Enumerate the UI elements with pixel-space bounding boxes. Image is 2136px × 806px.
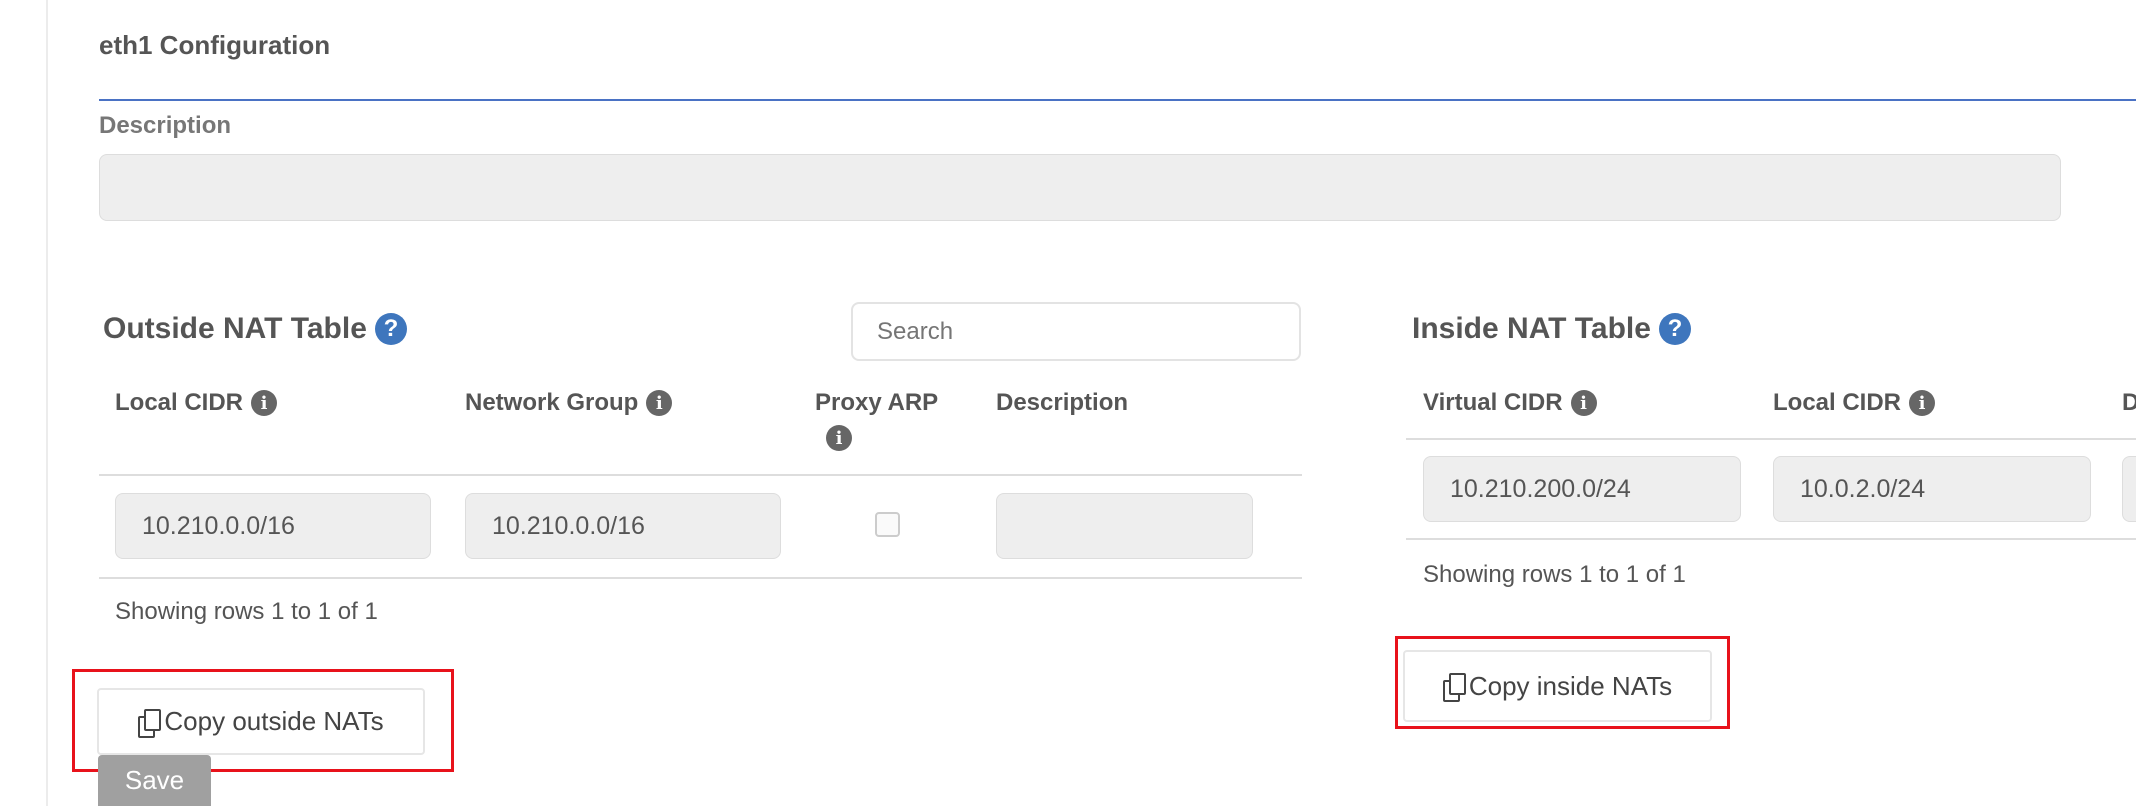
button-label: Copy outside NATs (164, 706, 384, 736)
info-icon[interactable]: i (826, 425, 852, 451)
virtual-cidr-input[interactable]: 10.210.200.0/24 (1423, 456, 1741, 522)
col-virtual-cidr: Virtual CIDR i (1423, 389, 1597, 417)
outside-nat-title-text: Outside NAT Table (103, 312, 367, 345)
col-label: Description (996, 389, 1129, 416)
col-local-cidr: Local CIDR i (115, 389, 278, 417)
inside-local-cidr-input[interactable]: 10.0.2.0/24 (1773, 456, 2091, 522)
button-label: Copy inside NATs (1468, 670, 1673, 701)
inside-nat-title: Inside NAT Table ? (1412, 312, 1691, 346)
network-group-input[interactable]: 10.210.0.0/16 (465, 493, 781, 559)
col-label: Local CIDR (1773, 389, 1902, 416)
copy-inside-nats-button[interactable]: Copy inside NATs (1403, 650, 1712, 722)
left-border (46, 0, 48, 806)
info-icon[interactable]: i (251, 390, 278, 416)
description-input[interactable] (99, 154, 2061, 221)
col-local-cidr: Local CIDR i (1773, 389, 1936, 417)
header-divider (99, 474, 1302, 476)
col-proxy-arp: Proxy ARP (815, 389, 938, 417)
copy-outside-nats-button[interactable]: Copy outside NATs (97, 688, 425, 755)
section-title: eth1 Configuration (99, 30, 331, 60)
inside-pagination-info: Showing rows 1 to 1 of 1 (1423, 561, 1686, 588)
inside-description-input[interactable] (2122, 456, 2136, 522)
col-description-truncated: D (2122, 389, 2136, 417)
info-icon[interactable]: i (646, 390, 673, 416)
copy-icon (138, 708, 162, 738)
inside-nat-title-text: Inside NAT Table (1412, 312, 1651, 345)
col-label: Local CIDR (115, 389, 244, 416)
description-label: Description (99, 112, 232, 139)
col-label: Proxy ARP (815, 389, 939, 416)
row-divider (1406, 538, 2136, 540)
copy-icon (1442, 673, 1466, 702)
outside-nat-title: Outside NAT Table ? (103, 312, 407, 346)
row-divider (99, 577, 1302, 579)
outside-search-input[interactable] (851, 302, 1301, 361)
outside-pagination-info: Showing rows 1 to 1 of 1 (115, 598, 378, 625)
col-label: Network Group (465, 389, 639, 416)
info-icon[interactable]: i (1570, 390, 1597, 416)
col-description: Description (996, 389, 1128, 417)
help-icon[interactable]: ? (1658, 313, 1691, 345)
row-description-input[interactable] (996, 493, 1253, 559)
title-divider (99, 99, 2136, 101)
col-label: Virtual CIDR (1423, 389, 1563, 416)
help-icon[interactable]: ? (374, 313, 407, 345)
local-cidr-input[interactable]: 10.210.0.0/16 (115, 493, 431, 559)
col-network-group: Network Group i (465, 389, 673, 417)
proxy-arp-checkbox[interactable] (875, 512, 900, 537)
header-divider (1406, 438, 2136, 440)
save-button[interactable]: Save (98, 755, 211, 806)
col-label: D (2122, 389, 2136, 416)
info-icon[interactable]: i (1909, 390, 1936, 416)
